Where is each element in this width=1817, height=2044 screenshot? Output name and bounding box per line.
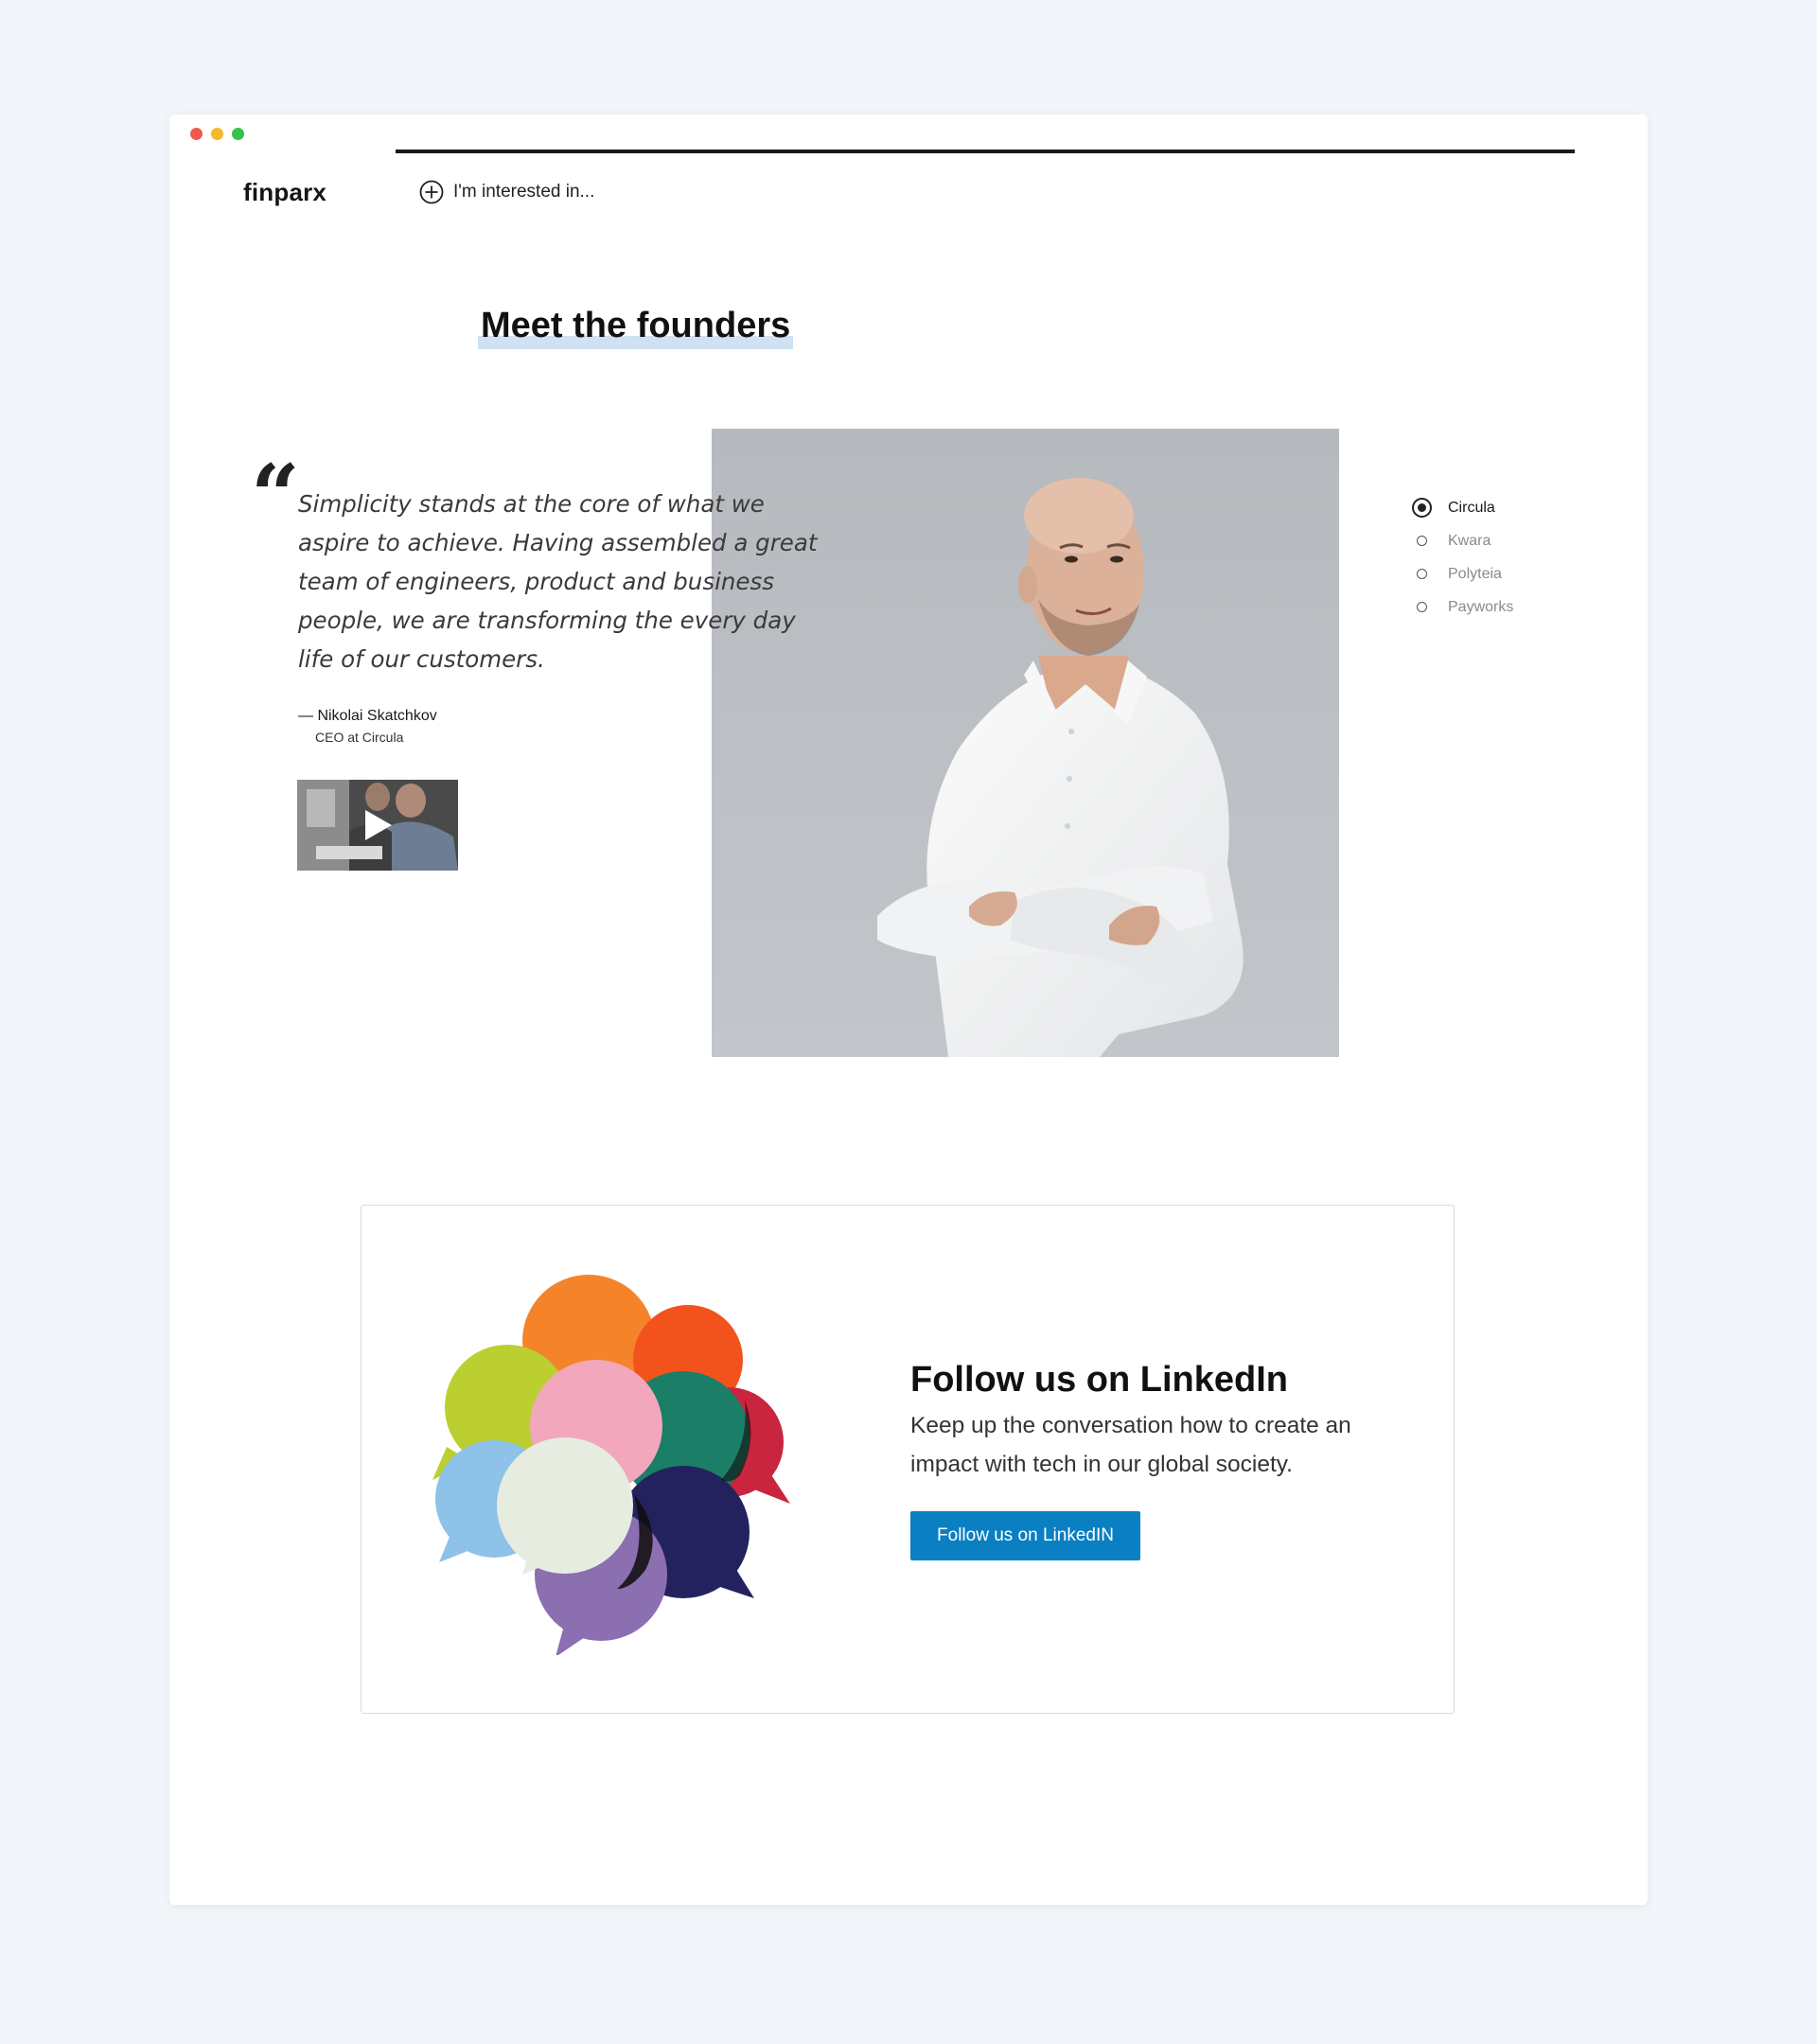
founder-video-thumbnail[interactable] xyxy=(297,780,458,871)
browser-window: finparx I'm interested in... Meet the fo… xyxy=(169,115,1648,1905)
follow-linkedin-button[interactable]: Follow us on LinkedIN xyxy=(910,1511,1140,1560)
founder-quote: Simplicity stands at the core of what we… xyxy=(298,490,818,673)
founders-heading: Meet the founders xyxy=(481,306,791,345)
company-option-circula[interactable]: Circula xyxy=(1412,491,1513,524)
radio-icon xyxy=(1417,536,1427,546)
interest-menu-button[interactable]: I'm interested in... xyxy=(419,180,594,204)
header-rule xyxy=(396,150,1575,153)
company-label: Circula xyxy=(1448,499,1495,516)
linkedin-title: Follow us on LinkedIn xyxy=(910,1360,1288,1400)
radio-icon xyxy=(1417,602,1427,612)
quote-mark-icon: “ xyxy=(251,446,300,546)
logo[interactable]: finparx xyxy=(243,178,326,207)
maximize-window-button[interactable] xyxy=(232,128,244,140)
quote-author: — Nikolai Skatchkov xyxy=(298,708,437,724)
company-label: Kwara xyxy=(1448,532,1491,549)
linkedin-card: Follow us on LinkedIn Keep up the conver… xyxy=(361,1205,1455,1714)
play-icon[interactable] xyxy=(297,780,458,871)
radio-icon xyxy=(1417,569,1427,579)
speech-bubbles-illustration xyxy=(428,1258,825,1660)
minimize-window-button[interactable] xyxy=(211,128,223,140)
close-window-button[interactable] xyxy=(190,128,203,140)
founders-heading-block: Meet the founders xyxy=(478,306,794,349)
radio-selected-icon xyxy=(1412,498,1432,518)
interest-label: I'm interested in... xyxy=(453,182,595,202)
linkedin-description: Keep up the conversation how to create a… xyxy=(910,1413,1351,1477)
plus-circle-icon xyxy=(419,180,444,204)
quote-author-role: CEO at Circula xyxy=(315,730,404,745)
company-selector: Circula Kwara Polyteia Payworks xyxy=(1412,491,1513,624)
company-label: Payworks xyxy=(1448,598,1514,615)
company-option-kwara[interactable]: Kwara xyxy=(1412,524,1513,557)
company-option-polyteia[interactable]: Polyteia xyxy=(1412,557,1513,590)
window-controls xyxy=(190,128,244,140)
company-label: Polyteia xyxy=(1448,565,1502,582)
company-option-payworks[interactable]: Payworks xyxy=(1412,590,1513,624)
